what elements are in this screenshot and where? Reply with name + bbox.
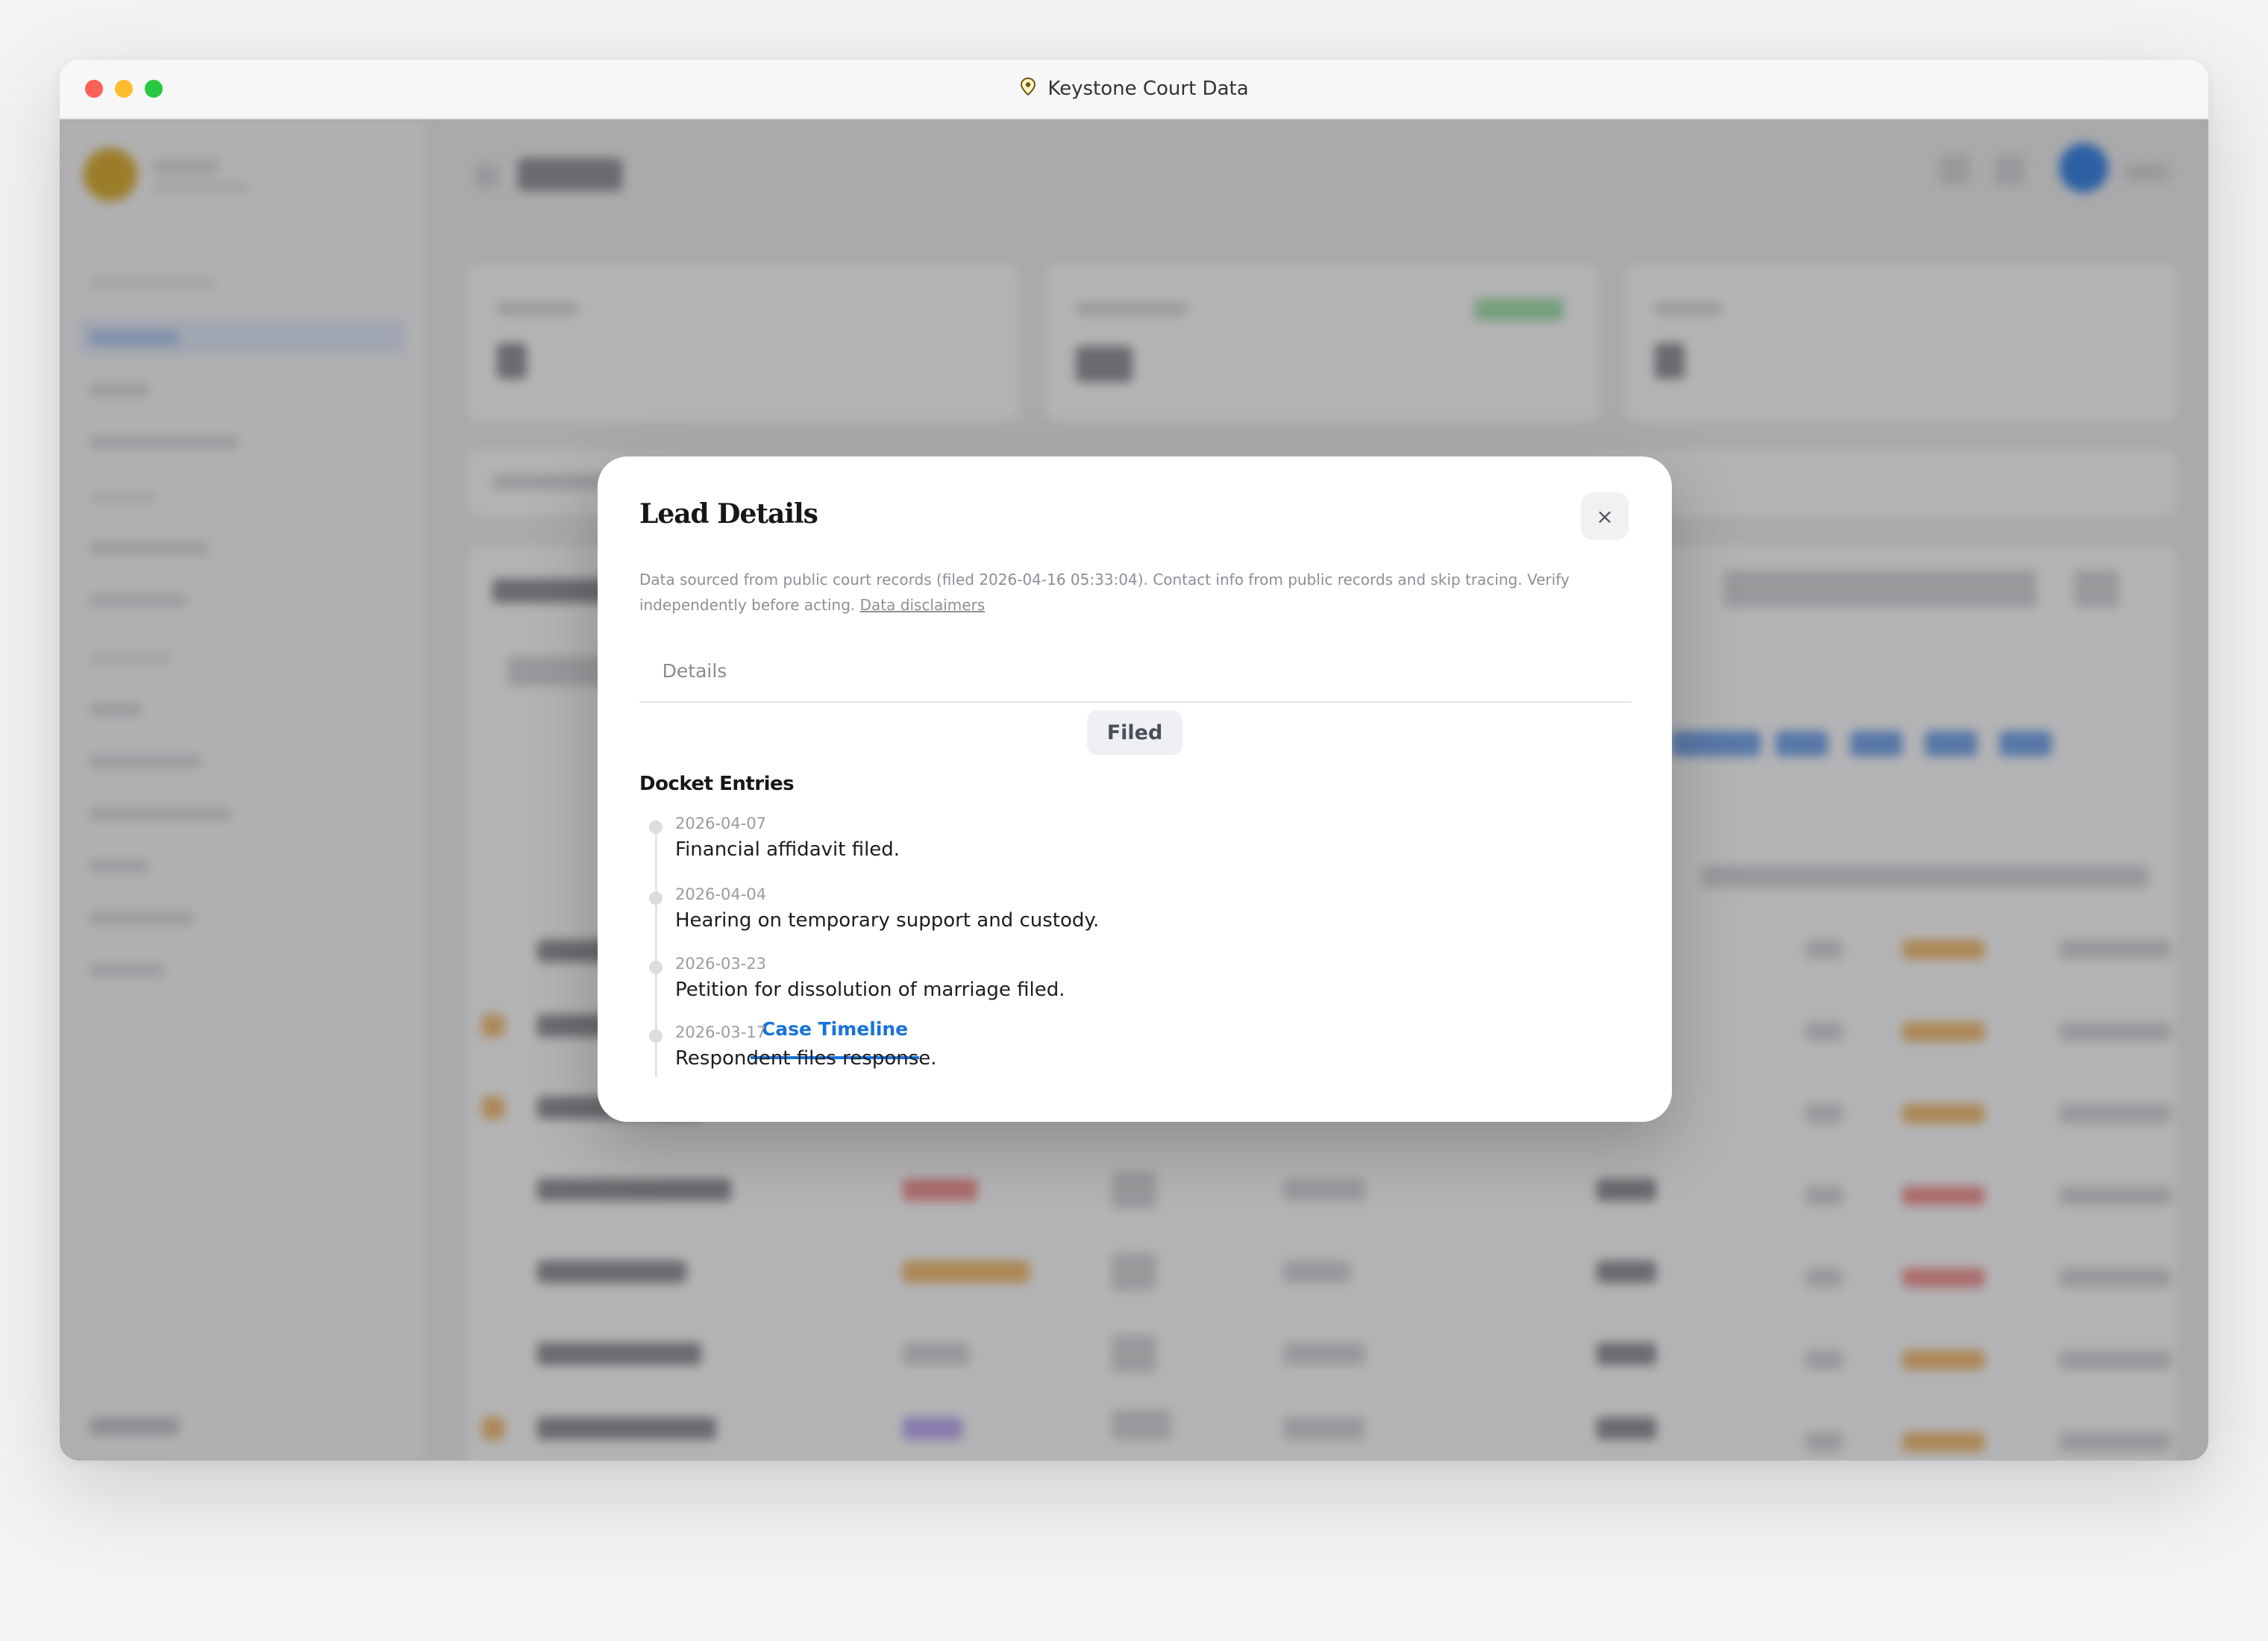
- app-content: Lead Details × Data sourced from public …: [60, 119, 2208, 1460]
- map-pin-icon: [1019, 77, 1037, 101]
- docket-entry-date: 2026-03-17: [675, 1023, 767, 1041]
- data-source-disclaimer: Data sourced from public court records (…: [639, 567, 1636, 618]
- timeline-dot: [649, 1029, 662, 1043]
- window-title-group: Keystone Court Data: [60, 60, 2208, 118]
- modal-title: Lead Details: [639, 498, 818, 530]
- case-status-badge: Filed: [1087, 710, 1182, 755]
- modal-tabs: Details Case Timeline: [639, 643, 1632, 1059]
- window-title: Keystone Court Data: [1047, 78, 1249, 100]
- app-window: Keystone Court Data Lead Details × Data …: [60, 60, 2208, 1460]
- docket-entry-date: 2026-04-04: [675, 885, 767, 903]
- tab-details[interactable]: Details: [639, 643, 750, 700]
- docket-entry-text: Respondent files response.: [675, 1047, 937, 1070]
- docket-entry-date: 2026-04-07: [675, 815, 767, 832]
- close-modal-button[interactable]: ×: [1581, 492, 1629, 540]
- close-icon: ×: [1596, 503, 1614, 529]
- data-disclaimers-link[interactable]: Data disclaimers: [860, 596, 986, 614]
- docket-entry: 2026-03-23 Petition for dissolution of m…: [639, 955, 1609, 1023]
- docket-entry: 2026-03-17 Respondent files response.: [639, 1023, 1609, 1092]
- timeline-dot: [649, 891, 662, 905]
- docket-entry-text: Hearing on temporary support and custody…: [675, 909, 1100, 932]
- docket-entry-text: Financial affidavit filed.: [675, 838, 900, 861]
- timeline-dot: [649, 820, 662, 834]
- lead-details-modal: Lead Details × Data sourced from public …: [598, 456, 1672, 1122]
- title-bar: Keystone Court Data: [60, 60, 2208, 119]
- docket-entry-date: 2026-03-23: [675, 955, 767, 973]
- disclaimer-text: Data sourced from public court records (…: [639, 571, 1570, 614]
- docket-entry-text: Petition for dissolution of marriage fil…: [675, 979, 1065, 1001]
- docket-entry: 2026-04-07 Financial affidavit filed.: [639, 815, 1609, 883]
- docket-entries-heading: Docket Entries: [639, 773, 795, 795]
- docket-entry: 2026-04-04 Hearing on temporary support …: [639, 885, 1609, 954]
- timeline-dot: [649, 961, 662, 974]
